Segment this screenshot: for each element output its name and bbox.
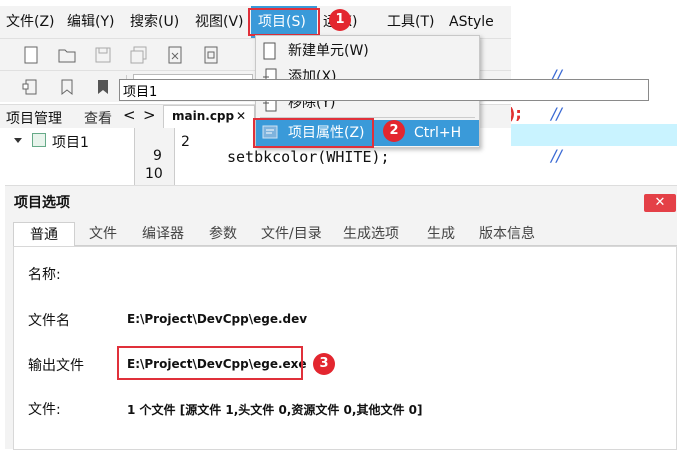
save-icon[interactable]: [94, 46, 112, 64]
tab-directories[interactable]: 文件/目录: [261, 222, 322, 246]
project-name-input[interactable]: [119, 79, 649, 101]
save-all-icon[interactable]: [130, 46, 148, 64]
tab-next-arrow[interactable]: >: [143, 106, 156, 124]
menu-item-new-unit[interactable]: 新建单元(W): [256, 38, 479, 64]
project-icon: [32, 133, 46, 147]
dialog-tab-strip: 普通 文件 编译器 参数 文件/目录 生成选项 生成 版本信息: [13, 222, 677, 246]
code-line: setbkcolor(WHITE);: [227, 148, 390, 166]
tree-expand-icon[interactable]: [14, 138, 22, 143]
dialog-general-panel: [13, 246, 677, 450]
tab-files[interactable]: 文件: [89, 222, 117, 246]
tab-compiler[interactable]: 编译器: [142, 222, 184, 246]
tab-parameters[interactable]: 参数: [209, 222, 237, 246]
bookmark-icon[interactable]: [58, 78, 76, 96]
bookmark-toggle-icon[interactable]: [22, 78, 40, 96]
menu-astyle[interactable]: AStyle: [449, 6, 494, 38]
tab-version-info[interactable]: 版本信息: [479, 222, 535, 246]
filename-label: 文件名: [28, 313, 70, 329]
output-file-label: 输出文件: [28, 358, 84, 374]
dialog-title: 项目选项: [14, 195, 70, 211]
name-label: 名称:: [28, 267, 61, 283]
tab-main-cpp[interactable]: main.cpp ✕: [163, 105, 255, 129]
tab-main-cpp-label: main.cpp: [172, 109, 235, 123]
tab-build-options[interactable]: 生成选项: [343, 222, 399, 246]
close-file-icon[interactable]: [166, 46, 184, 64]
callout-box-menu: [248, 8, 320, 36]
tab-project-manager[interactable]: 项目管理: [6, 108, 62, 128]
open-folder-icon[interactable]: [58, 46, 76, 64]
bookmark-filled-icon[interactable]: [94, 78, 112, 96]
menu-search[interactable]: 搜索(U): [130, 6, 179, 38]
step-badge-1: 1: [329, 9, 351, 31]
step-badge-3: 3: [313, 353, 335, 375]
tree-root-label[interactable]: 项目1: [52, 132, 89, 152]
step-badge-2: 2: [383, 120, 405, 142]
new-file-icon[interactable]: [22, 46, 40, 64]
dialog-close-button[interactable]: ✕: [644, 194, 676, 212]
callout-box-output: [117, 346, 303, 380]
menu-item-shortcut: Ctrl+H: [414, 125, 462, 141]
menu-tools[interactable]: 工具(T): [387, 6, 434, 38]
line-number: 9: [153, 148, 162, 164]
project-tree: 项目1: [0, 128, 135, 185]
tab-general[interactable]: 普通: [13, 222, 75, 246]
new-page-icon: [262, 42, 278, 60]
filename-value: E:\Project\DevCpp\ege.dev: [127, 312, 308, 326]
menu-file[interactable]: 文件(Z): [6, 6, 55, 38]
callout-box-properties: [253, 118, 374, 148]
menu-edit[interactable]: 编辑(Y): [67, 6, 114, 38]
menu-view[interactable]: 视图(V): [195, 6, 244, 38]
tab-build[interactable]: 生成: [427, 222, 455, 246]
code-comment: //: [551, 104, 562, 123]
close-all-icon[interactable]: [202, 46, 220, 64]
code-comment: //: [551, 146, 562, 165]
line-number-gutter: 9 10: [135, 128, 175, 185]
tab-view[interactable]: 查看: [84, 108, 112, 128]
tab-prev-arrow[interactable]: <: [123, 106, 136, 124]
tab-close-icon[interactable]: ✕: [236, 109, 246, 123]
menu-item-label: 新建单元(W): [288, 43, 369, 59]
files-summary-value: 1 个文件 [源文件 1,头文件 0,资源文件 0,其他文件 0]: [127, 403, 423, 417]
line-number-inline: 2: [181, 134, 190, 150]
line-number: 10: [145, 166, 163, 182]
files-label: 文件:: [28, 402, 61, 418]
